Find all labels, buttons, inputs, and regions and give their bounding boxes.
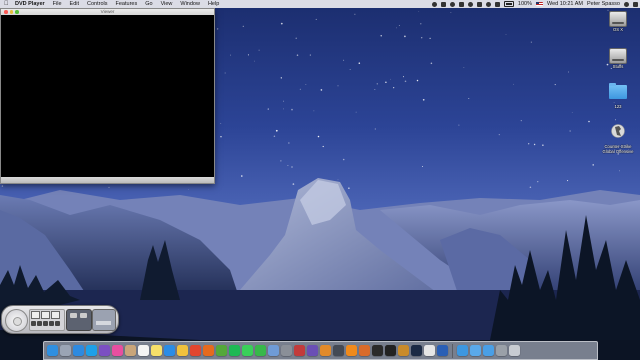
viewer-title: Viewer	[100, 9, 115, 14]
external-drive-icon	[609, 48, 627, 64]
minimize-button[interactable]	[9, 10, 14, 14]
navigation-wheel[interactable]	[5, 309, 28, 332]
skype-icon[interactable]	[86, 345, 97, 356]
facetime-icon[interactable]	[255, 345, 266, 356]
desktop-icon-label: Stuffs	[612, 64, 624, 69]
spotlight-icon[interactable]	[624, 1, 629, 7]
time-machine-icon[interactable]	[467, 1, 473, 7]
input-source-flag-icon[interactable]	[535, 2, 543, 6]
launchpad-icon[interactable]	[60, 345, 71, 356]
volume-icon[interactable]	[494, 1, 500, 7]
play-button[interactable]	[43, 321, 48, 326]
battery-percent[interactable]: 100%	[518, 0, 532, 8]
counter-strike-icon[interactable]	[398, 345, 409, 356]
menu-app-name[interactable]: DVD Player	[15, 0, 45, 8]
fast-forward-button[interactable]	[49, 321, 54, 326]
viber-icon[interactable]	[99, 345, 110, 356]
close-button[interactable]	[4, 10, 8, 14]
menu-file[interactable]: File	[53, 0, 62, 8]
desktop-icon-label: 123	[614, 104, 622, 109]
desktop-icon-123[interactable]: 123	[598, 83, 638, 109]
skype-status-icon[interactable]	[449, 1, 455, 7]
stop-button[interactable]	[37, 321, 42, 326]
quicktime-icon[interactable]	[437, 345, 448, 356]
dock	[43, 341, 598, 360]
desktop-icon-csgo[interactable]: Counter-Strike Global Offensive	[598, 123, 638, 154]
chrome-icon[interactable]	[190, 345, 201, 356]
spotify-icon[interactable]	[229, 345, 240, 356]
photo-booth-icon[interactable]	[294, 345, 305, 356]
menu-controls[interactable]: Controls	[87, 0, 107, 8]
screen-icon[interactable]	[496, 345, 507, 356]
menu-bar:  DVD Player File Edit Controls Features…	[0, 0, 640, 8]
status-area: 100% Wed 10:21 AM Peter Spasso	[431, 0, 638, 8]
chat-icon[interactable]	[440, 1, 446, 7]
steam-icon[interactable]	[411, 345, 422, 356]
documents-folder-icon[interactable]	[470, 345, 481, 356]
applications-folder-icon[interactable]	[457, 345, 468, 356]
menu-help[interactable]: Help	[208, 0, 219, 8]
trash-icon[interactable]	[509, 345, 520, 356]
viewer-bottom-bar	[1, 177, 214, 183]
notification-icon[interactable]	[431, 1, 437, 7]
desktop-icon-stuffs[interactable]: Stuffs	[598, 48, 638, 69]
hard-drive-icon	[609, 11, 627, 27]
dock-separator	[452, 343, 453, 358]
safari-icon[interactable]	[73, 345, 84, 356]
title-button[interactable]	[51, 311, 60, 319]
system-preferences-icon[interactable]	[281, 345, 292, 356]
desktop-icon-label: Counter-Strike Global Offensive	[602, 144, 634, 154]
volume-button[interactable]	[55, 321, 60, 326]
menu-edit[interactable]: Edit	[70, 0, 79, 8]
dvd-controller[interactable]	[1, 305, 119, 334]
finder-icon[interactable]	[47, 345, 58, 356]
messages-icon[interactable]	[242, 345, 253, 356]
garageband-icon[interactable]	[320, 345, 331, 356]
photos-icon[interactable]	[177, 345, 188, 356]
dvd-viewer-window[interactable]: Viewer	[0, 8, 215, 184]
controller-top-buttons	[31, 311, 60, 319]
rewind-button[interactable]	[31, 321, 36, 326]
calendar-icon[interactable]	[138, 345, 149, 356]
clock[interactable]: Wed 10:21 AM	[547, 0, 583, 8]
counter-strike-icon	[611, 124, 625, 138]
folder-icon	[609, 83, 627, 99]
imovie-icon[interactable]	[307, 345, 318, 356]
terminal-icon[interactable]	[385, 345, 396, 356]
menu-features[interactable]: Features	[116, 0, 138, 8]
activity-monitor-icon[interactable]	[372, 345, 383, 356]
eject-button[interactable]	[31, 311, 40, 319]
user-name[interactable]: Peter Spasso	[587, 0, 620, 8]
menu-window[interactable]: Window	[180, 0, 200, 8]
bluetooth-icon[interactable]	[476, 1, 482, 7]
vlc-icon[interactable]	[346, 345, 357, 356]
battery-icon[interactable]	[503, 1, 514, 7]
firefox-icon[interactable]	[203, 345, 214, 356]
utorrent-icon[interactable]	[216, 345, 227, 356]
chapter-controls[interactable]	[66, 309, 92, 331]
menu-button[interactable]	[41, 311, 50, 319]
downloads-folder-icon[interactable]	[483, 345, 494, 356]
menu-go[interactable]: Go	[145, 0, 152, 8]
handbrake-icon[interactable]	[359, 345, 370, 356]
transport-buttons	[31, 321, 60, 326]
itunes-icon[interactable]	[112, 345, 123, 356]
desktop-icon-label: OS X	[612, 27, 623, 32]
preview-icon[interactable]	[268, 345, 279, 356]
volume-slider[interactable]	[92, 309, 116, 331]
notes-icon[interactable]	[151, 345, 162, 356]
desktop-icon-os-x[interactable]: OS X	[598, 11, 638, 32]
apple-icon[interactable]: 	[4, 0, 9, 8]
menu-view[interactable]: View	[161, 0, 173, 8]
textedit-icon[interactable]	[424, 345, 435, 356]
zoom-button[interactable]	[15, 10, 19, 14]
dvd-player-icon[interactable]	[333, 345, 344, 356]
notification-center-icon[interactable]	[633, 1, 638, 7]
dropbox-icon[interactable]	[458, 1, 464, 7]
contacts-icon[interactable]	[125, 345, 136, 356]
appstore-icon[interactable]	[164, 345, 175, 356]
wifi-icon[interactable]	[485, 1, 491, 7]
video-area[interactable]	[1, 15, 214, 177]
